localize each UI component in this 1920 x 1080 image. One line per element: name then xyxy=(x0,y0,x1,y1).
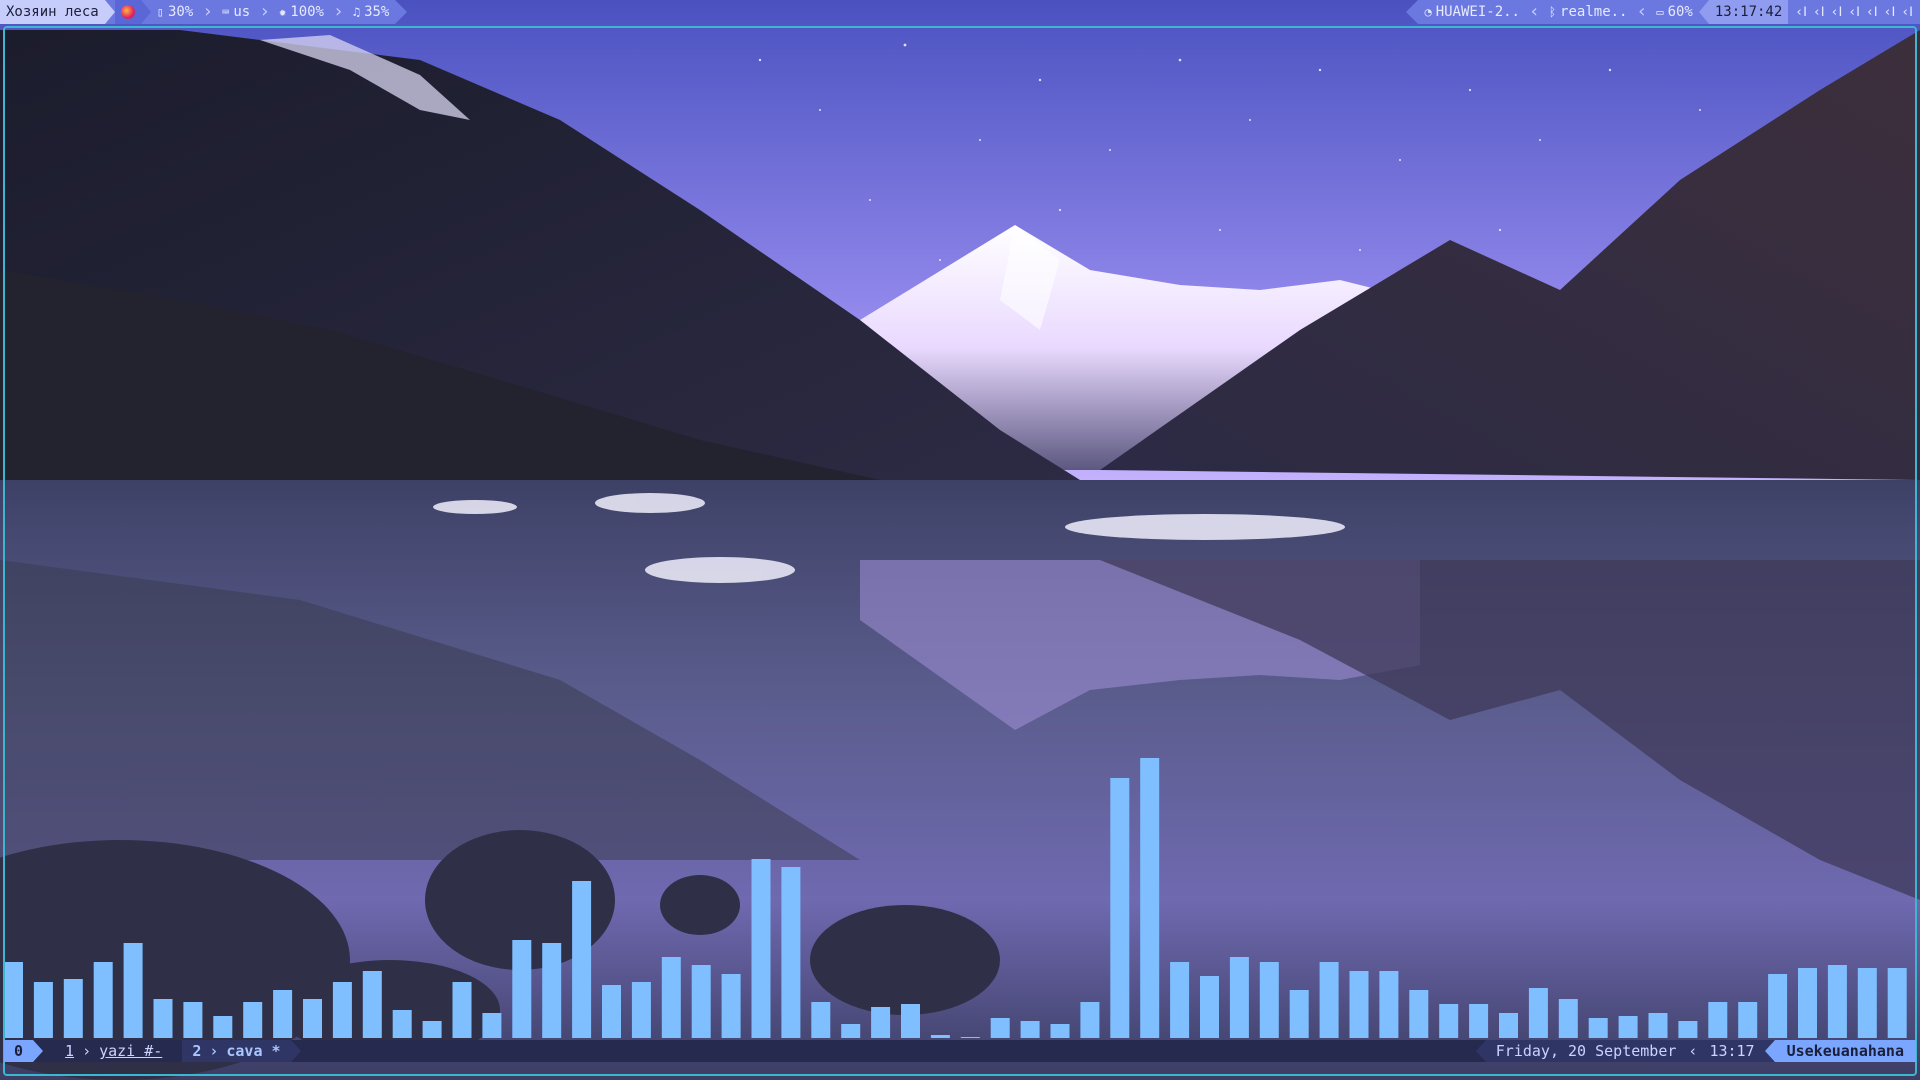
tray-icon-2[interactable]: ‹Ⅰ xyxy=(1813,5,1825,20)
tray-icon-6[interactable]: ‹Ⅰ xyxy=(1884,5,1896,20)
tray-icon-5[interactable]: ‹Ⅰ xyxy=(1866,5,1878,20)
app-logo-icon xyxy=(120,5,135,19)
tray-icon-1[interactable]: ‹Ⅰ xyxy=(1795,5,1807,20)
separator: › xyxy=(209,1042,219,1060)
bluetooth-icon: ᛒ xyxy=(1548,5,1557,19)
topbar-right-group: ◔ HUAWEI-2.. ‹ ᛒ realme.. ‹ ▭ 60% 13:17:42 … xyxy=(1406,0,1920,24)
powerline-arrow xyxy=(395,0,408,24)
tray-icon-3[interactable]: ‹Ⅰ xyxy=(1831,5,1843,20)
phone-brightness-icon: ▯ xyxy=(156,5,164,19)
powerline-arrow xyxy=(33,1040,44,1062)
powerline-arrow xyxy=(104,0,115,24)
workspace-title-segment[interactable]: Хозяин леса xyxy=(0,0,105,24)
battery-segment[interactable]: ▭ 60% xyxy=(1650,0,1699,24)
workspace-title: Хозяин леса xyxy=(6,4,99,20)
powerline-arrow xyxy=(172,1040,183,1062)
tmux-window-1-name: yazi #- xyxy=(99,1042,163,1060)
tmux-date: Friday, 20 September xyxy=(1485,1040,1687,1062)
wifi-value: HUAWEI-2.. xyxy=(1435,4,1520,20)
powerline-arrow xyxy=(1698,0,1709,24)
brightness-segment[interactable]: ▯ 30% xyxy=(150,0,200,24)
wifi-segment[interactable]: ◔ HUAWEI-2.. xyxy=(1418,0,1526,24)
tmux-status-bar: 0 1 › yazi #- 2 › cava * Friday, 20 Sept… xyxy=(4,1040,1916,1062)
music-note-icon: ♫ xyxy=(352,5,361,19)
keyboard-layout-value: us xyxy=(233,4,251,20)
brightness-value: 30% xyxy=(167,4,194,20)
light-value: 100% xyxy=(290,4,324,20)
tmux-window-1[interactable]: 1 › yazi #- xyxy=(43,1040,172,1062)
battery-value: 60% xyxy=(1667,4,1693,20)
separator: ‹ xyxy=(1686,1040,1700,1062)
keyboard-icon: ⌨ xyxy=(222,5,230,19)
app-logo-segment[interactable] xyxy=(114,0,141,24)
bluetooth-segment[interactable]: ᛒ realme.. xyxy=(1542,0,1634,24)
battery-icon: ▭ xyxy=(1656,5,1664,19)
powerline-arrow xyxy=(140,0,151,24)
separator: › xyxy=(202,1,214,22)
clock-segment[interactable]: 13:17:42 xyxy=(1708,0,1789,24)
separator: ‹ xyxy=(1633,0,1651,24)
lightbulb-icon: ✹ xyxy=(279,5,287,19)
tmux-time: 13:17 xyxy=(1699,1040,1765,1062)
tmux-window-2-name: cava * xyxy=(226,1042,281,1060)
bluetooth-value: realme.. xyxy=(1560,4,1628,20)
separator: › xyxy=(82,1042,92,1060)
powerline-arrow xyxy=(1475,1040,1486,1062)
tmux-left-group: 0 1 › yazi #- 2 › cava * xyxy=(4,1040,301,1062)
tmux-session[interactable]: 0 xyxy=(4,1040,34,1062)
tray-icon-7[interactable]: ‹Ⅰ xyxy=(1901,5,1913,20)
keyboard-layout-segment[interactable]: ⌨ us xyxy=(216,0,256,24)
light-segment[interactable]: ✹ 100% xyxy=(273,0,330,24)
tmux-right-group: Friday, 20 September ‹ 13:17 Usekeuanaha… xyxy=(1475,1040,1916,1062)
system-tray: ‹Ⅰ ‹Ⅰ ‹Ⅰ ‹Ⅰ ‹Ⅰ ‹Ⅰ ‹Ⅰ xyxy=(1788,0,1920,24)
wifi-icon: ◔ xyxy=(1424,5,1432,19)
powerline-arrow xyxy=(1764,1040,1775,1062)
separator: ‹ xyxy=(1526,0,1543,24)
tmux-window-2-active[interactable]: 2 › cava * xyxy=(182,1040,291,1062)
clock-value: 13:17:42 xyxy=(1714,4,1783,20)
powerline-arrow xyxy=(290,1040,301,1062)
wallpaper-mountain-lake xyxy=(0,0,1920,1080)
volume-segment[interactable]: ♫ 35% xyxy=(347,0,396,24)
powerline-arrow xyxy=(1406,0,1419,24)
separator: › xyxy=(332,1,344,22)
separator: › xyxy=(259,1,271,22)
tmux-window-2-index: 2 xyxy=(192,1042,202,1060)
tray-icon-4[interactable]: ‹Ⅰ xyxy=(1848,5,1860,20)
top-status-bar: Хозяин леса ▯ 30% › ⌨ us › ✹ 100% › ♫ 35% xyxy=(0,0,1920,24)
desktop: Хозяин леса ▯ 30% › ⌨ us › ✹ 100% › ♫ 35% xyxy=(0,0,1920,1080)
volume-value: 35% xyxy=(364,4,390,20)
tmux-hostname: Usekeuanahana xyxy=(1774,1040,1916,1062)
topbar-left-group: Хозяин леса ▯ 30% › ⌨ us › ✹ 100% › ♫ 35% xyxy=(0,0,408,24)
tmux-window-1-index: 1 xyxy=(65,1042,75,1060)
